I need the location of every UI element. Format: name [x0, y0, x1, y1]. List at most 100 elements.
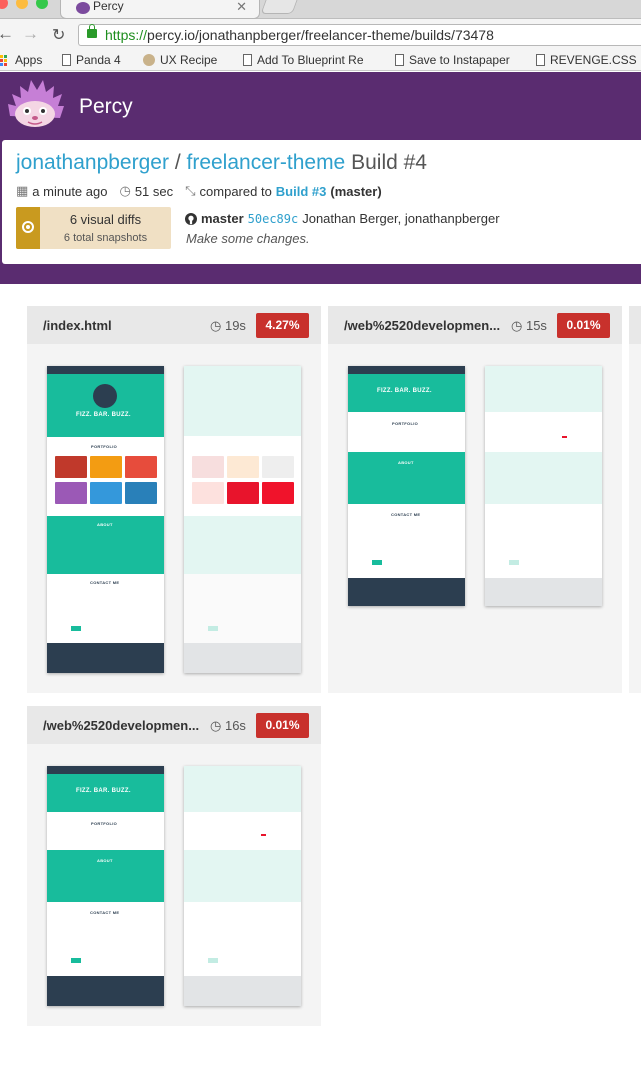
brand-name[interactable]: Percy [79, 95, 133, 119]
changed-pixel-marker [261, 834, 266, 836]
diff-screenshot[interactable] [485, 366, 602, 606]
thumb-contact-ghost [485, 504, 602, 578]
thumb-send-button [372, 560, 382, 565]
thumb-tile [125, 482, 157, 504]
lock-icon [87, 24, 97, 38]
thumb-tile [55, 482, 87, 504]
thumb-tile [227, 456, 259, 478]
thumb-send-button [509, 560, 519, 565]
page-icon [243, 54, 252, 66]
github-icon [185, 212, 197, 225]
repo-link[interactable]: freelancer-theme [187, 151, 346, 174]
tab-close-icon[interactable]: ✕ [236, 0, 247, 15]
build-meta: ▦ a minute ago ◷ 51 sec ⤡ compared to Bu… [16, 183, 382, 199]
thumb-about: ABOUT [47, 850, 164, 902]
bookmark-label: Save to Instapaper [409, 53, 510, 67]
bookmark-blueprint[interactable]: Add To Blueprint Re [243, 53, 364, 67]
thumb-tile [55, 456, 87, 478]
thumb-footer-ghost [184, 976, 301, 1006]
forward-arrow-icon[interactable]: → [22, 24, 39, 44]
thumb-hero-ghost [485, 366, 602, 412]
commit-hash[interactable]: 50ec89c [248, 212, 299, 226]
owner-link[interactable]: jonathanpberger [16, 151, 169, 174]
thumb-tile [192, 456, 224, 478]
clock-icon: ◷ [119, 183, 131, 198]
snapshot-duration: ◷ 15s [511, 318, 547, 333]
address-bar[interactable]: https://percy.io/jonathanpberger/freelan… [78, 24, 641, 46]
compared-build-link[interactable]: Build #3 [276, 184, 327, 199]
thumb-navbar [348, 366, 465, 374]
diff-percentage-badge[interactable]: 4.27% [256, 313, 309, 338]
reload-icon[interactable]: ↻ [52, 25, 65, 45]
commit-branch: master [201, 211, 244, 226]
breadcrumb: jonathanpberger / freelancer-theme Build… [16, 151, 427, 175]
clock-icon: ◷ [210, 318, 225, 333]
bookmark-ux-recipe[interactable]: UX Recipe [143, 53, 217, 67]
snapshot-header[interactable]: /web%2520developmen... ◷ 15s 0.01% [328, 306, 622, 344]
thumb-contact-title: CONTACT ME [391, 512, 421, 517]
snapshot-header[interactable]: /index.html ◷ 19s 4.27% [27, 306, 321, 344]
thumb-about-title: ABOUT [97, 522, 113, 527]
snapshot-name[interactable]: /web%2520developmen... [43, 718, 199, 733]
calendar-icon: ▦ [16, 183, 29, 198]
thumb-about: ABOUT [47, 516, 164, 574]
new-tab-button[interactable] [260, 0, 298, 14]
bookmark-apps[interactable]: Apps [0, 53, 42, 67]
bookmark-label: Panda 4 [76, 53, 121, 67]
base-screenshot[interactable]: FIZZ. BAR. BUZZ. PORTFOLIO ABOUT CONTACT… [348, 366, 465, 606]
bookmark-label: Add To Blueprint Re [257, 53, 364, 67]
thumb-contact-title: CONTACT ME [90, 580, 120, 585]
thumb-brand: FIZZ. BAR. BUZZ. [76, 412, 131, 418]
clock-icon: ◷ [511, 318, 526, 333]
thumb-about: ABOUT [348, 452, 465, 504]
page-icon [395, 54, 404, 66]
visual-diffs-count: 6 visual diffs [69, 212, 142, 227]
bookmark-instapaper[interactable]: Save to Instapaper [395, 53, 510, 67]
thumb-tile [262, 456, 294, 478]
back-arrow-icon[interactable]: ← [0, 24, 14, 44]
thumb-brand: FIZZ. BAR. BUZZ. [76, 788, 131, 794]
minimize-window-icon[interactable] [16, 0, 28, 9]
commit-message: Make some changes. [186, 231, 310, 246]
bookmark-label: UX Recipe [160, 53, 218, 67]
thumb-portfolio-title: PORTFOLIO [91, 444, 118, 449]
commit-author: Jonathan Berger, jonathanpberger [302, 211, 500, 226]
thumb-navbar [47, 366, 164, 374]
thumb-portfolio-title: PORTFOLIO [392, 421, 419, 426]
snapshot-panel: /index.html ◷ 19s 4.27% FIZZ. BAR. BUZZ.… [27, 306, 321, 693]
snapshot-panel: /web%2520developmen... ◷ 16s 0.01% FIZZ.… [27, 706, 321, 1026]
thumb-footer [348, 578, 465, 606]
page-icon [62, 54, 71, 66]
build-time: a minute ago [32, 183, 108, 199]
close-window-icon[interactable] [0, 0, 8, 9]
url-text: https://percy.io/jonathanpberger/freelan… [105, 27, 494, 43]
browser-tab[interactable]: Percy ✕ [60, 0, 260, 19]
snapshot-header [629, 306, 641, 344]
thumb-hero: FIZZ. BAR. BUZZ. [47, 774, 164, 812]
diff-screenshot[interactable] [184, 766, 301, 1006]
base-screenshot[interactable]: FIZZ. BAR. BUZZ. PORTFOLIO ABOUT CONTACT… [47, 766, 164, 1006]
percy-hedgehog-logo-icon[interactable] [6, 76, 64, 128]
diff-screenshot[interactable] [184, 366, 301, 673]
thumb-about-ghost [184, 516, 301, 574]
build-duration: 51 sec [134, 183, 174, 199]
maximize-window-icon[interactable] [36, 0, 48, 9]
snapshot-name[interactable]: /web%2520developmen... [344, 318, 500, 333]
bookmark-panda[interactable]: Panda 4 [62, 53, 121, 67]
snapshot-duration: ◷ 16s [210, 718, 246, 733]
snapshot-header[interactable]: /web%2520developmen... ◷ 16s 0.01% [27, 706, 321, 744]
thumb-about-ghost [485, 452, 602, 504]
snapshot-panel: /web%2520developmen... ◷ 15s 0.01% FIZZ.… [328, 306, 622, 693]
diff-percentage-badge[interactable]: 0.01% [557, 313, 610, 338]
build-title: Build #4 [351, 151, 427, 174]
target-icon [16, 207, 40, 249]
compared-branch: (master) [330, 183, 382, 199]
visual-diffs-badge[interactable]: 6 visual diffs 6 total snapshots [16, 207, 171, 249]
diff-percentage-badge[interactable]: 0.01% [256, 713, 309, 738]
base-screenshot[interactable]: FIZZ. BAR. BUZZ. PORTFOLIO ABOUT CONTACT… [47, 366, 164, 673]
thumb-tile [90, 482, 122, 504]
changed-tile [227, 482, 259, 504]
snapshot-duration: ◷ 19s [210, 318, 246, 333]
snapshot-name[interactable]: /index.html [43, 318, 112, 333]
bookmark-revenge-css[interactable]: REVENGE.CSS [536, 53, 637, 67]
